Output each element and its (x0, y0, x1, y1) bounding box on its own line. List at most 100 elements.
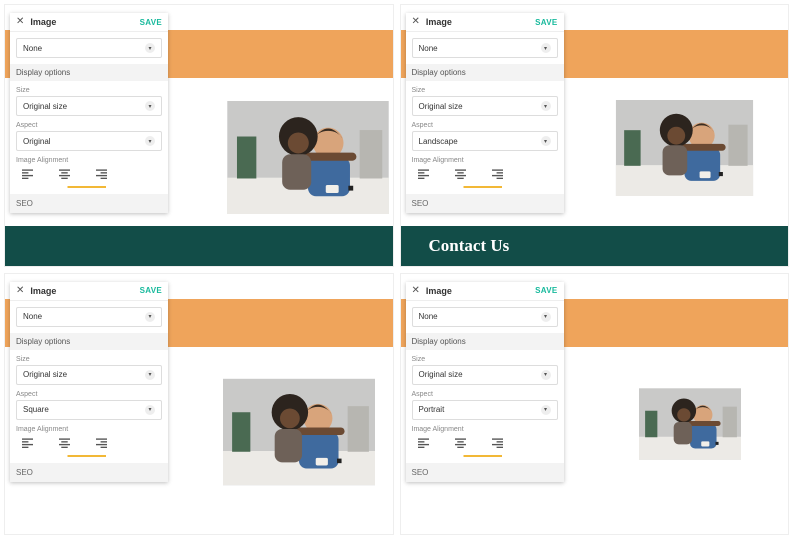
align-center-button[interactable] (59, 169, 70, 182)
save-button[interactable]: SAVE (140, 286, 162, 295)
image-source-value: None (23, 312, 42, 321)
size-value: Original size (419, 102, 463, 111)
chevron-down-icon: ▾ (145, 101, 155, 111)
align-center-icon (59, 438, 70, 448)
save-button[interactable]: SAVE (535, 286, 557, 295)
align-left-icon (22, 438, 33, 448)
size-label: Size (412, 87, 558, 94)
align-left-button[interactable] (418, 169, 429, 182)
editor-variant-original: ✕ ImageSAVE None▾ Display options Size Origin… (4, 4, 394, 267)
aspect-value: Landscape (419, 137, 458, 146)
size-label: Size (16, 87, 162, 94)
alignment-label: Image Alignment (412, 157, 558, 164)
alignment-label: Image Alignment (412, 426, 558, 433)
save-button[interactable]: SAVE (535, 18, 557, 27)
image-source-select[interactable]: None▾ (16, 38, 162, 58)
editor-variant-square: ✕ImageSAVENone▾Display optionsSizeOrigin… (4, 273, 394, 536)
panel-header: ✕ ImageSAVE (10, 13, 168, 32)
image-source-select[interactable]: None▾ (412, 38, 558, 58)
display-options-section: Display options (10, 64, 168, 81)
seo-section[interactable]: SEO (10, 463, 168, 482)
alignment-row (412, 166, 558, 186)
image-source-select[interactable]: None▾ (412, 307, 558, 327)
size-select[interactable]: Original size ▾ (412, 96, 558, 116)
image-settings-panel: ✕ ImageSAVE None▾ Display options Size Origin… (10, 13, 168, 213)
image-source-value: None (419, 44, 438, 53)
aspect-select[interactable]: Landscape▾ (412, 131, 558, 151)
chevron-down-icon: ▾ (145, 370, 155, 380)
contact-us-band: Contact Us (401, 226, 789, 266)
chevron-down-icon: ▾ (145, 43, 155, 53)
aspect-select[interactable]: Square▾ (16, 400, 162, 420)
close-icon[interactable]: ✕ (16, 17, 24, 27)
panel-title: Image (426, 286, 535, 296)
aspect-label: Aspect (412, 391, 558, 398)
aspect-label: Aspect (16, 122, 162, 129)
image-preview[interactable] (597, 100, 772, 196)
image-preview[interactable] (223, 101, 393, 214)
size-value: Original size (23, 370, 67, 379)
chevron-down-icon: ▾ (145, 136, 155, 146)
chevron-down-icon: ▾ (541, 370, 551, 380)
panel-body: None▾ Display options Size Original size▾ As… (10, 32, 168, 188)
align-right-button[interactable] (96, 438, 107, 451)
alignment-indicator (414, 186, 556, 188)
alignment-indicator (414, 455, 556, 457)
align-center-icon (455, 438, 466, 448)
panel-body: None▾Display optionsSizeOriginal size▾As… (406, 32, 564, 188)
size-select[interactable]: Original size▾ (16, 96, 162, 116)
alignment-indicator (18, 186, 160, 188)
aspect-label: Aspect (412, 122, 558, 129)
close-icon[interactable]: ✕ (16, 286, 24, 296)
aspect-value: Original (23, 137, 51, 146)
align-center-icon (59, 169, 70, 179)
aspect-select[interactable]: Portrait ▾ (412, 400, 558, 420)
display-options-section: Display options (406, 333, 564, 350)
alignment-row (16, 166, 162, 186)
alignment-row (16, 435, 162, 455)
chevron-down-icon: ▾ (541, 405, 551, 415)
align-right-icon (96, 438, 107, 448)
align-center-button[interactable] (455, 438, 466, 451)
size-select[interactable]: Original size ▾ (16, 365, 162, 385)
align-right-button[interactable] (492, 169, 503, 182)
align-center-button[interactable] (59, 438, 70, 451)
aspect-value: Portrait (419, 405, 445, 414)
align-left-button[interactable] (22, 169, 33, 182)
size-select[interactable]: Original size ▾ (412, 365, 558, 385)
chevron-down-icon: ▾ (541, 101, 551, 111)
image-settings-panel: ✕ImageSAVENone▾Display optionsSizeOrigin… (10, 282, 168, 482)
save-button[interactable]: SAVE (140, 18, 162, 27)
align-right-button[interactable] (492, 438, 503, 451)
chevron-down-icon: ▾ (145, 405, 155, 415)
seo-section[interactable]: SEO (406, 463, 564, 482)
image-preview[interactable] (223, 356, 375, 508)
seo-section[interactable]: SEO (10, 194, 168, 213)
panel-header: ✕ ImageSAVE (406, 282, 564, 301)
seo-section[interactable]: SEO (406, 194, 564, 213)
panel-title: Image (30, 17, 139, 27)
panel-header: ✕ ImageSAVE (10, 282, 168, 301)
alignment-label: Image Alignment (16, 426, 162, 433)
aspect-select[interactable]: Original ▾ (16, 131, 162, 151)
align-left-icon (418, 438, 429, 448)
close-icon[interactable]: ✕ (412, 17, 420, 27)
alignment-label: Image Alignment (16, 157, 162, 164)
image-settings-panel: ✕ImageSAVENone▾Display optionsSizeOrigin… (406, 13, 564, 213)
display-options-section: Display options (10, 333, 168, 350)
image-preview[interactable] (639, 349, 741, 499)
size-value: Original size (419, 370, 463, 379)
align-right-icon (492, 438, 503, 448)
close-icon[interactable]: ✕ (412, 286, 420, 296)
align-right-button[interactable] (96, 169, 107, 182)
contact-us-heading: Contact Us (429, 236, 510, 256)
alignment-indicator (18, 455, 160, 457)
panel-title: Image (30, 286, 139, 296)
aspect-label: Aspect (16, 391, 162, 398)
image-source-select[interactable]: None▾ (16, 307, 162, 327)
align-left-button[interactable] (22, 438, 33, 451)
align-left-button[interactable] (418, 438, 429, 451)
align-center-button[interactable] (455, 169, 466, 182)
panel-header: ✕ImageSAVE (406, 13, 564, 32)
chevron-down-icon: ▾ (541, 312, 551, 322)
